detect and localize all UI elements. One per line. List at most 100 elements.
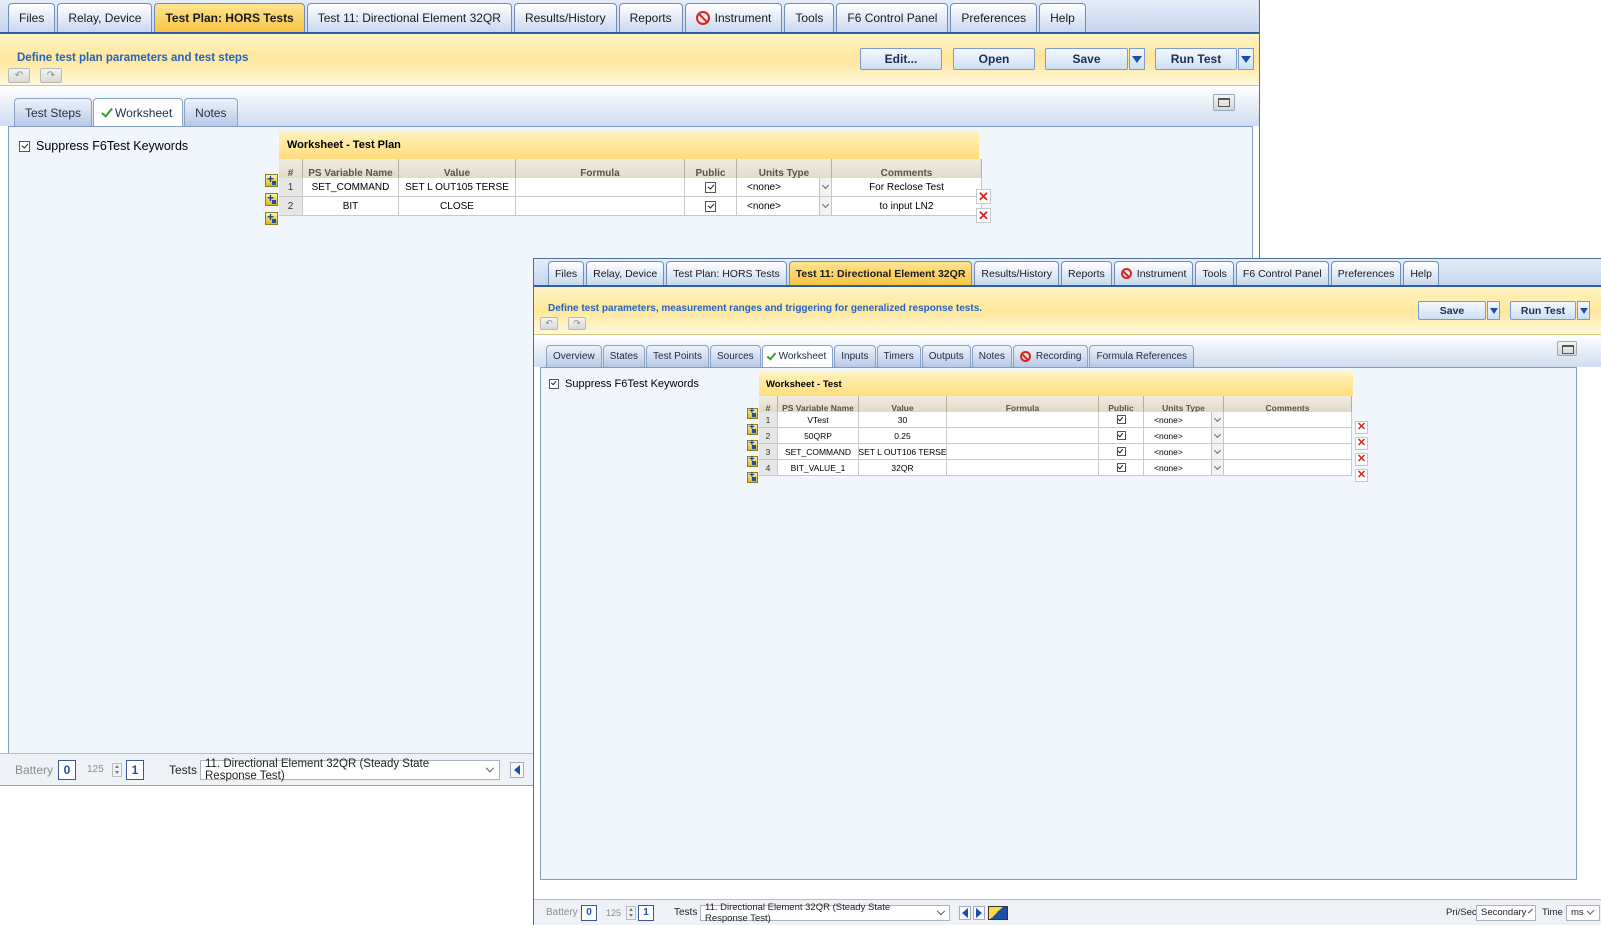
previous-test-icon[interactable]: [510, 761, 524, 778]
run-test-button[interactable]: Run Test: [1510, 301, 1576, 320]
window-restore-icon[interactable]: [1213, 94, 1235, 111]
subtab-test-steps[interactable]: Test Steps: [14, 98, 93, 126]
next-test-icon[interactable]: [973, 905, 985, 920]
redo-icon[interactable]: ↷: [40, 68, 62, 83]
chevron-down-icon[interactable]: [1211, 428, 1223, 443]
insert-row-icon[interactable]: [265, 191, 278, 206]
formula-cell[interactable]: [947, 412, 1099, 428]
units-type-select[interactable]: <none>: [737, 197, 832, 216]
tab-test-plan[interactable]: Test Plan: HORS Tests: [666, 261, 787, 285]
tab-test-plan[interactable]: Test Plan: HORS Tests: [154, 3, 305, 32]
public-checkbox[interactable]: [705, 181, 716, 193]
insert-row-icon[interactable]: [747, 470, 758, 483]
run-test-dropdown-icon[interactable]: [1577, 301, 1590, 320]
index-spinner[interactable]: [112, 762, 122, 777]
variable-name-cell[interactable]: VTest: [778, 412, 859, 428]
tab-files[interactable]: Files: [548, 261, 585, 285]
tab-help[interactable]: Help: [1403, 261, 1439, 285]
tab-results-history[interactable]: Results/History: [974, 261, 1060, 285]
tab-f6-control-panel[interactable]: F6 Control Panel: [836, 3, 949, 32]
save-button[interactable]: Save: [1418, 301, 1486, 320]
tab-test-11[interactable]: Test 11: Directional Element 32QR: [788, 261, 973, 285]
insert-row-icon[interactable]: [747, 438, 758, 451]
value-cell[interactable]: SET L OUT105 TERSE: [399, 178, 516, 197]
test-index[interactable]: 1: [126, 759, 144, 780]
delete-x-icon[interactable]: ✕: [1355, 469, 1368, 482]
subtab-formula-references[interactable]: Formula References: [1089, 345, 1195, 367]
public-checkbox[interactable]: [1116, 415, 1126, 424]
tab-instrument[interactable]: Instrument: [684, 3, 783, 32]
run-test-button[interactable]: Run Test: [1155, 48, 1237, 70]
value-cell[interactable]: 30: [859, 412, 947, 428]
insert-row-icon[interactable]: [747, 422, 758, 435]
redo-icon[interactable]: ↷: [568, 317, 586, 330]
suppress-keywords-checkbox[interactable]: Suppress F6Test Keywords: [19, 139, 188, 153]
tab-relay-device[interactable]: Relay, Device: [586, 261, 665, 285]
tab-tools[interactable]: Tools: [1195, 261, 1234, 285]
subtab-outputs[interactable]: Outputs: [921, 345, 971, 367]
undo-icon[interactable]: ↶: [540, 317, 558, 330]
tab-preferences[interactable]: Preferences: [1330, 261, 1402, 285]
insert-row-icon[interactable]: [265, 210, 278, 225]
save-dropdown-icon[interactable]: [1129, 48, 1145, 70]
save-button[interactable]: Save: [1045, 48, 1128, 70]
save-dropdown-icon[interactable]: [1487, 301, 1500, 320]
subtab-test-points[interactable]: Test Points: [646, 345, 709, 367]
comments-cell[interactable]: to input LN2: [832, 197, 982, 216]
value-cell[interactable]: 0.25: [859, 428, 947, 444]
subtab-overview[interactable]: Overview: [546, 345, 602, 367]
units-type-select[interactable]: <none>: [1144, 460, 1224, 476]
insert-row-icon[interactable]: [265, 172, 278, 187]
tab-instrument[interactable]: Instrument: [1113, 261, 1194, 285]
delete-x-icon[interactable]: ✕: [1355, 453, 1368, 466]
variable-name-cell[interactable]: SET_COMMAND: [303, 178, 399, 197]
tab-f6-control-panel[interactable]: F6 Control Panel: [1235, 261, 1329, 285]
checkbox-icon[interactable]: [19, 140, 30, 152]
value-cell[interactable]: CLOSE: [399, 197, 516, 216]
subtab-sources[interactable]: Sources: [709, 345, 761, 367]
variable-name-cell[interactable]: BIT_VALUE_1: [778, 460, 859, 476]
checkbox-icon[interactable]: [549, 379, 559, 389]
variable-name-cell[interactable]: 50QRP: [778, 428, 859, 444]
insert-row-icon[interactable]: [747, 406, 758, 419]
time-select[interactable]: ms: [1566, 904, 1600, 921]
prisec-select[interactable]: Secondary: [1476, 904, 1536, 921]
tab-relay-device[interactable]: Relay, Device: [57, 3, 153, 32]
subtab-notes[interactable]: Notes: [971, 345, 1012, 367]
delete-x-icon[interactable]: ✕: [1355, 421, 1368, 434]
previous-test-icon[interactable]: [959, 905, 971, 920]
comments-cell[interactable]: For Reclose Test: [832, 178, 982, 197]
comments-cell[interactable]: [1224, 428, 1352, 444]
window-restore-icon[interactable]: [1557, 341, 1577, 356]
edit-button[interactable]: Edit...: [860, 48, 942, 70]
tab-reports[interactable]: Reports: [618, 3, 683, 32]
undo-icon[interactable]: ↶: [8, 68, 30, 83]
tab-test-11[interactable]: Test 11: Directional Element 32QR: [306, 3, 512, 32]
comments-cell[interactable]: [1224, 460, 1352, 476]
tab-files[interactable]: Files: [8, 3, 56, 32]
delete-x-icon[interactable]: ✕: [976, 189, 991, 204]
variable-name-cell[interactable]: SET_COMMAND: [778, 444, 859, 460]
formula-cell[interactable]: [947, 444, 1099, 460]
units-type-select[interactable]: <none>: [1144, 428, 1224, 444]
units-type-select[interactable]: <none>: [737, 178, 832, 197]
tab-help[interactable]: Help: [1039, 3, 1086, 32]
subtab-inputs[interactable]: Inputs: [834, 345, 876, 367]
subtab-notes[interactable]: Notes: [184, 98, 238, 126]
open-button[interactable]: Open: [953, 48, 1035, 70]
tab-preferences[interactable]: Preferences: [950, 3, 1038, 32]
subtab-states[interactable]: States: [602, 345, 646, 367]
formula-cell[interactable]: [947, 428, 1099, 444]
value-cell[interactable]: SET L OUT106 TERSE: [859, 444, 947, 460]
insert-row-icon[interactable]: [747, 454, 758, 467]
public-checkbox[interactable]: [1116, 463, 1126, 472]
delete-x-icon[interactable]: ✕: [976, 208, 991, 223]
battery-value[interactable]: 0: [58, 759, 76, 780]
chevron-down-icon[interactable]: [1211, 412, 1223, 427]
formula-cell[interactable]: [516, 197, 685, 216]
formula-cell[interactable]: [516, 178, 685, 197]
public-checkbox[interactable]: [705, 200, 716, 212]
suppress-keywords-checkbox[interactable]: Suppress F6Test Keywords: [549, 378, 699, 390]
comments-cell[interactable]: [1224, 412, 1352, 428]
subtab-timers[interactable]: Timers: [876, 345, 921, 367]
